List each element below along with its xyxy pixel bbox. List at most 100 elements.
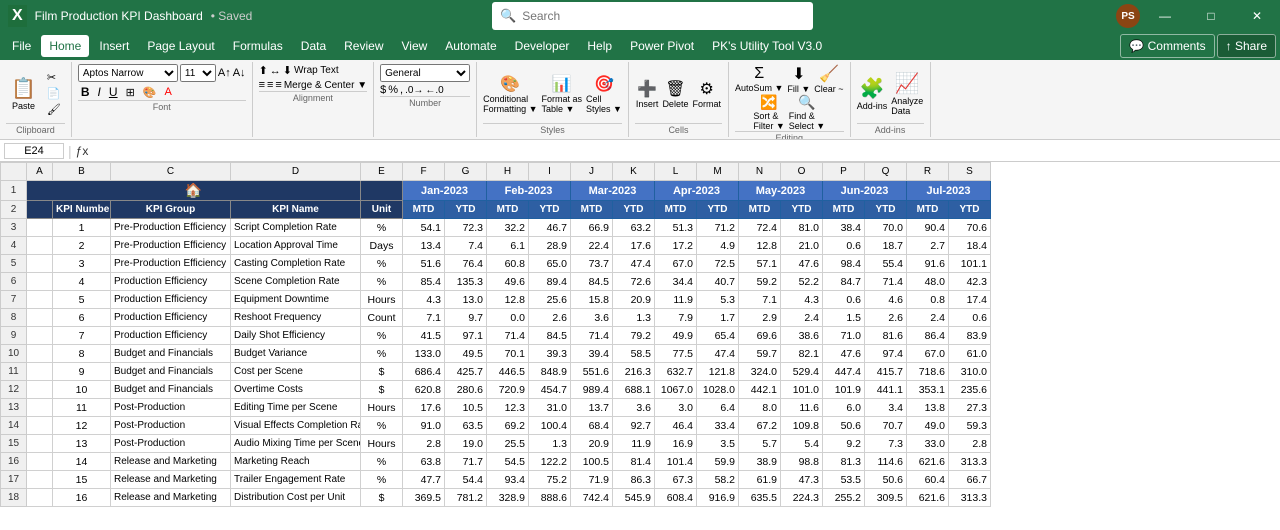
cell-jan-ytd[interactable]: 135.3 bbox=[445, 273, 487, 291]
col-header-p[interactable]: P bbox=[823, 163, 865, 181]
row-num[interactable]: 13 bbox=[1, 399, 27, 417]
cell-unit[interactable]: Count bbox=[361, 309, 403, 327]
cell-may-ytd[interactable]: 529.4 bbox=[781, 363, 823, 381]
cell-jun-ytd[interactable]: 114.6 bbox=[865, 453, 907, 471]
cell-apr-ytd[interactable]: 65.4 bbox=[697, 327, 739, 345]
cell-mar-ytd[interactable]: 58.5 bbox=[613, 345, 655, 363]
comma-button[interactable]: , bbox=[400, 84, 403, 96]
cell-kpi-group[interactable]: Post-Production bbox=[111, 399, 231, 417]
col-header-d[interactable]: D bbox=[231, 163, 361, 181]
format-cells-button[interactable]: ⚙Format bbox=[692, 79, 721, 109]
cell-may-ytd[interactable]: 5.4 bbox=[781, 435, 823, 453]
cell-kpi-num[interactable]: 14 bbox=[53, 453, 111, 471]
cell-jan-mtd[interactable]: 41.5 bbox=[403, 327, 445, 345]
cell-may-mtd[interactable]: 69.6 bbox=[739, 327, 781, 345]
cell-kpi-num[interactable]: 6 bbox=[53, 309, 111, 327]
cell-apr-mtd[interactable]: 101.4 bbox=[655, 453, 697, 471]
col-header-m[interactable]: M bbox=[697, 163, 739, 181]
cell-jul-mtd[interactable]: 353.1 bbox=[907, 381, 949, 399]
cell-unit[interactable]: % bbox=[361, 219, 403, 237]
cell-jun-mtd[interactable]: 38.4 bbox=[823, 219, 865, 237]
cell-jan-mtd[interactable]: 91.0 bbox=[403, 417, 445, 435]
cell-may-mtd[interactable]: 57.1 bbox=[739, 255, 781, 273]
cell-feb-mtd[interactable]: 328.9 bbox=[487, 489, 529, 507]
minimize-button[interactable]: — bbox=[1142, 0, 1188, 32]
cell-apr-ytd[interactable]: 121.8 bbox=[697, 363, 739, 381]
cell-apr-mtd[interactable]: 7.9 bbox=[655, 309, 697, 327]
cell-feb-ytd[interactable]: 122.2 bbox=[529, 453, 571, 471]
cell-a[interactable] bbox=[27, 219, 53, 237]
cell-kpi-num[interactable]: 8 bbox=[53, 345, 111, 363]
cell-may-ytd[interactable]: 2.4 bbox=[781, 309, 823, 327]
cell-may-ytd[interactable]: 4.3 bbox=[781, 291, 823, 309]
align-center-button[interactable]: ≡ bbox=[267, 79, 273, 91]
cell-apr-ytd[interactable]: 59.9 bbox=[697, 453, 739, 471]
cell-jul-ytd[interactable]: 313.3 bbox=[949, 489, 991, 507]
cell-kpi-name[interactable]: Equipment Downtime bbox=[231, 291, 361, 309]
cell-jan-ytd[interactable]: 13.0 bbox=[445, 291, 487, 309]
cell-jan-mtd[interactable]: 54.1 bbox=[403, 219, 445, 237]
cell-jan-ytd[interactable]: 10.5 bbox=[445, 399, 487, 417]
cell-may-ytd[interactable]: 11.6 bbox=[781, 399, 823, 417]
row-num[interactable]: 10 bbox=[1, 345, 27, 363]
cell-jan-mtd[interactable]: 85.4 bbox=[403, 273, 445, 291]
cell-apr-mtd[interactable]: 3.0 bbox=[655, 399, 697, 417]
menu-pks-utility[interactable]: PK's Utility Tool V3.0 bbox=[704, 35, 830, 57]
cell-apr-ytd[interactable]: 1028.0 bbox=[697, 381, 739, 399]
clear-button[interactable]: 🧹Clear ~ bbox=[814, 64, 843, 94]
cell-jun-ytd[interactable]: 97.4 bbox=[865, 345, 907, 363]
cell-jul-ytd[interactable]: 42.3 bbox=[949, 273, 991, 291]
cell-unit[interactable]: Hours bbox=[361, 399, 403, 417]
cell-jan-mtd[interactable]: 47.7 bbox=[403, 471, 445, 489]
align-left-button[interactable]: ≡ bbox=[259, 79, 265, 91]
cell-jul-mtd[interactable]: 13.8 bbox=[907, 399, 949, 417]
cell-feb-ytd[interactable]: 1.3 bbox=[529, 435, 571, 453]
wrap-text-button[interactable]: Wrap Text bbox=[294, 64, 339, 77]
font-grow-button[interactable]: A↑ bbox=[218, 67, 231, 79]
cell-jan-mtd[interactable]: 13.4 bbox=[403, 237, 445, 255]
cell-mar-ytd[interactable]: 545.9 bbox=[613, 489, 655, 507]
cell-may-mtd[interactable]: 38.9 bbox=[739, 453, 781, 471]
cell-jun-mtd[interactable]: 47.6 bbox=[823, 345, 865, 363]
cell-unit[interactable]: % bbox=[361, 453, 403, 471]
menu-page-layout[interactable]: Page Layout bbox=[139, 35, 222, 57]
name-box[interactable]: E24 bbox=[4, 143, 64, 159]
cell-feb-mtd[interactable]: 32.2 bbox=[487, 219, 529, 237]
cell-feb-mtd[interactable]: 69.2 bbox=[487, 417, 529, 435]
cell-mar-mtd[interactable]: 66.9 bbox=[571, 219, 613, 237]
cell-a[interactable] bbox=[27, 309, 53, 327]
cell-jun-ytd[interactable]: 441.1 bbox=[865, 381, 907, 399]
cell-mar-ytd[interactable]: 17.6 bbox=[613, 237, 655, 255]
cell-a[interactable] bbox=[27, 327, 53, 345]
cell-kpi-group[interactable]: Production Efficiency bbox=[111, 291, 231, 309]
cell-jun-ytd[interactable]: 71.4 bbox=[865, 273, 907, 291]
cell-jul-ytd[interactable]: 61.0 bbox=[949, 345, 991, 363]
cell-jul-mtd[interactable]: 2.7 bbox=[907, 237, 949, 255]
cell-kpi-name[interactable]: Visual Effects Completion Rate bbox=[231, 417, 361, 435]
cell-may-ytd[interactable]: 101.0 bbox=[781, 381, 823, 399]
align-right-button[interactable]: ≡ bbox=[275, 79, 281, 91]
cell-may-ytd[interactable]: 21.0 bbox=[781, 237, 823, 255]
cell-a[interactable] bbox=[27, 471, 53, 489]
cell-kpi-group[interactable]: Budget and Financials bbox=[111, 345, 231, 363]
cell-mar-mtd[interactable]: 71.9 bbox=[571, 471, 613, 489]
cell-jan-mtd[interactable]: 686.4 bbox=[403, 363, 445, 381]
font-color-button[interactable]: A bbox=[161, 85, 174, 99]
cell-jun-mtd[interactable]: 9.2 bbox=[823, 435, 865, 453]
cell-jul-mtd[interactable]: 67.0 bbox=[907, 345, 949, 363]
cell-kpi-name[interactable]: Marketing Reach bbox=[231, 453, 361, 471]
cell-feb-mtd[interactable]: 12.3 bbox=[487, 399, 529, 417]
cell-jun-ytd[interactable]: 4.6 bbox=[865, 291, 907, 309]
cell-a[interactable] bbox=[27, 273, 53, 291]
cell-kpi-group[interactable]: Release and Marketing bbox=[111, 471, 231, 489]
cell-kpi-num[interactable]: 7 bbox=[53, 327, 111, 345]
menu-formulas[interactable]: Formulas bbox=[225, 35, 291, 57]
cell-jun-mtd[interactable]: 101.9 bbox=[823, 381, 865, 399]
conditional-formatting-button[interactable]: 🎨ConditionalFormatting ▼ bbox=[483, 74, 537, 114]
row-num[interactable]: 15 bbox=[1, 435, 27, 453]
percent-button[interactable]: % bbox=[388, 84, 398, 96]
cell-jan-mtd[interactable]: 369.5 bbox=[403, 489, 445, 507]
cell-kpi-name[interactable]: Cost per Scene bbox=[231, 363, 361, 381]
cell-jan-ytd[interactable]: 19.0 bbox=[445, 435, 487, 453]
cell-a[interactable] bbox=[27, 363, 53, 381]
